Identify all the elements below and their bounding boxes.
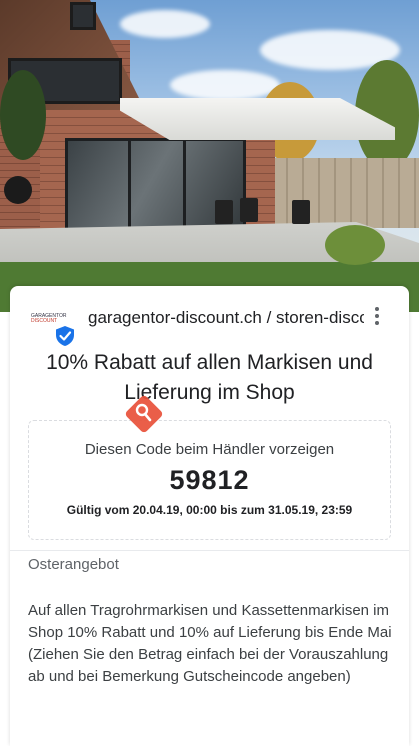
offer-description: Auf allen Tragrohrmarkisen und Kassetten… (28, 602, 392, 685)
cloud (170, 70, 280, 100)
code-instruction: Diesen Code beim Händler vorzeigen (84, 441, 335, 458)
validity-period: Gültig vom 20.04.19, 00:00 bis zum 31.05… (66, 503, 353, 517)
merchant-row[interactable]: GARAGENTOR DISCOUNT garagentor-discount.… (10, 300, 409, 346)
code-box: Diesen Code beim Händler vorzeigen 59812… (28, 420, 391, 540)
chair (215, 200, 233, 224)
logo-line2: DISCOUNT (31, 318, 58, 324)
tree (0, 70, 46, 160)
offer-label: Osterangebot (28, 556, 119, 573)
location-pin-icon[interactable] (122, 392, 166, 436)
logo-text: GARAGENTOR DISCOUNT (31, 314, 66, 324)
chair (240, 198, 258, 222)
merchant-logo: GARAGENTOR DISCOUNT (31, 310, 75, 346)
offer-card: GARAGENTOR DISCOUNT garagentor-discount.… (10, 286, 409, 746)
awning (120, 98, 395, 140)
hero-image (0, 0, 419, 312)
chair (292, 200, 310, 224)
coupon-code[interactable]: 59812 (29, 465, 390, 496)
offer-title: 10% Rabatt auf allen Markisen und Liefer… (46, 351, 373, 404)
house-window (70, 2, 96, 30)
merchant-name[interactable]: garagentor-discount.ch / storen-discount… (88, 308, 364, 328)
verified-shield-icon (56, 326, 74, 346)
grill (4, 176, 32, 204)
cloud (120, 10, 210, 38)
divider (10, 550, 409, 551)
more-options-icon[interactable] (370, 304, 384, 328)
shrub (325, 225, 385, 265)
